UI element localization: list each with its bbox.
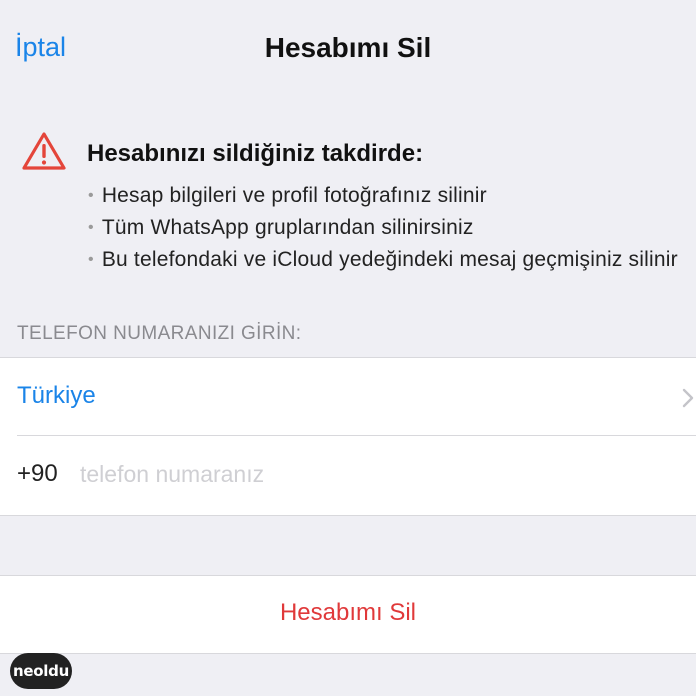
phone-number-input[interactable] xyxy=(80,456,640,492)
warning-heading: Hesabınızı sildiğiniz takdirde: xyxy=(87,140,424,167)
list-item: • Tüm WhatsApp gruplarından silinirsiniz xyxy=(88,212,678,244)
delete-account-row: Hesabımı Sil xyxy=(0,575,696,654)
warning-item-text: Hesap bilgileri ve profil fotoğrafınız s… xyxy=(101,184,487,207)
watermark-text: neoldu xyxy=(13,662,69,680)
navigation-bar: İptal Hesabımı Sil xyxy=(0,0,696,100)
country-name: Türkiye xyxy=(17,382,96,409)
delete-account-screen: İptal Hesabımı Sil Hesabınızı sildiğiniz… xyxy=(0,0,696,696)
delete-account-button[interactable]: Hesabımı Sil xyxy=(0,599,696,627)
warning-item-text: Tüm WhatsApp gruplarından silinirsiniz xyxy=(101,216,474,239)
bullet-icon: • xyxy=(88,187,94,204)
bullet-icon: • xyxy=(88,219,94,236)
country-selector[interactable]: Türkiye xyxy=(0,358,696,435)
warning-triangle-icon xyxy=(22,132,66,170)
country-code: +90 xyxy=(17,460,58,487)
list-item: • Bu telefondaki ve iCloud yedeğindeki me… xyxy=(88,244,678,276)
list-item: • Hesap bilgileri ve profil fotoğrafınız … xyxy=(88,180,678,212)
phone-section-header: TELEFON NUMARANIZI GİRİN: xyxy=(17,323,302,344)
warning-list: • Hesap bilgileri ve profil fotoğrafınız … xyxy=(88,180,678,276)
bullet-icon: • xyxy=(88,251,94,268)
warning-item-text: Bu telefondaki ve iCloud yedeğindeki mes… xyxy=(101,248,678,271)
phone-row: +90 xyxy=(0,436,696,515)
chevron-right-icon xyxy=(682,388,694,408)
phone-entry-group: Türkiye +90 xyxy=(0,357,696,516)
page-title: Hesabımı Sil xyxy=(264,32,432,63)
watermark-logo: neoldu xyxy=(10,653,72,689)
